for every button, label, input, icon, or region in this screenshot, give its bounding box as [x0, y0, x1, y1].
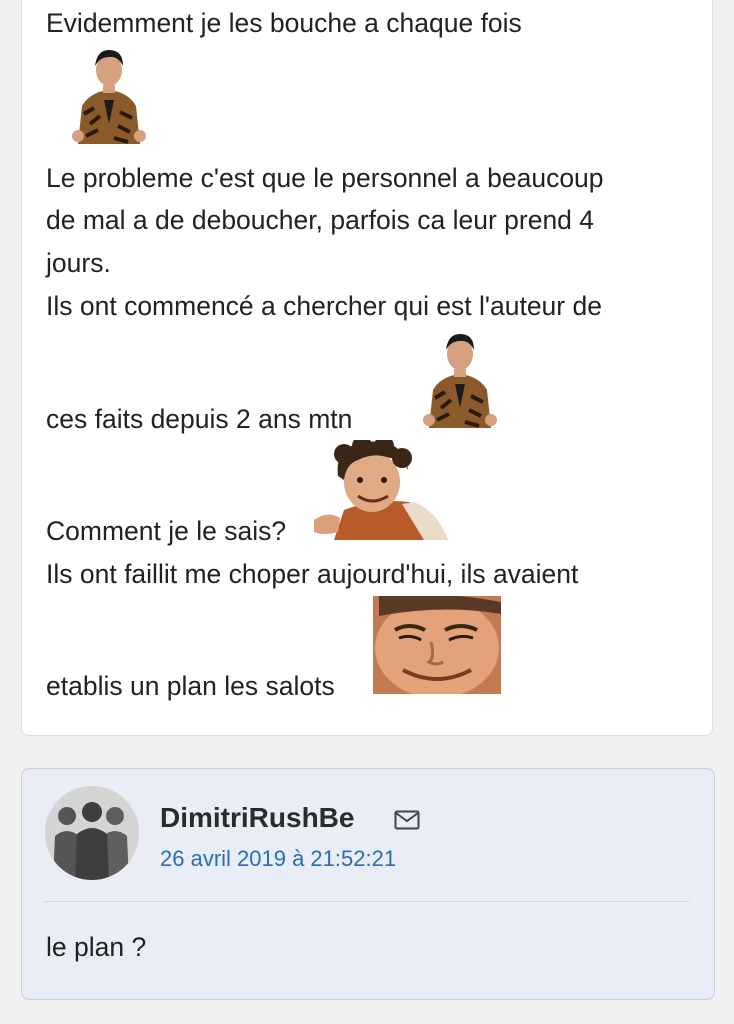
post-line: ces faits depuis 2 ans mtn	[46, 404, 353, 434]
envelope-icon[interactable]	[394, 810, 420, 835]
tiger-robe-smiley-icon	[421, 328, 499, 428]
divider	[45, 901, 690, 902]
group-silhouette-icon	[45, 786, 139, 880]
post-line: Ils ont faillit me choper aujourd'hui, i…	[46, 559, 579, 589]
smiling-man-smiley-icon	[373, 596, 501, 694]
curly-hair-phone-smiley-icon	[314, 440, 448, 540]
user-avatar[interactable]	[45, 786, 139, 880]
tiger-robe-smiley-icon	[70, 44, 148, 144]
post-line: Comment je le sais?	[46, 516, 287, 546]
post-line: Ils ont commencé a chercher qui est l'au…	[46, 291, 602, 321]
username-link[interactable]: DimitriRushBe	[160, 802, 354, 834]
post-line: Evidemment je les bouche a chaque fois	[46, 8, 522, 38]
reply-text: le plan ?	[46, 932, 147, 962]
post-line: de mal a de deboucher, parfois ca leur p…	[46, 205, 595, 235]
post-date-link[interactable]: 26 avril 2019 à 21:52:21	[160, 846, 396, 872]
post-line: Le probleme c'est que le personnel a bea…	[46, 163, 604, 193]
post-line: jours.	[46, 248, 111, 278]
post-line: etablis un plan les salots	[46, 671, 335, 701]
